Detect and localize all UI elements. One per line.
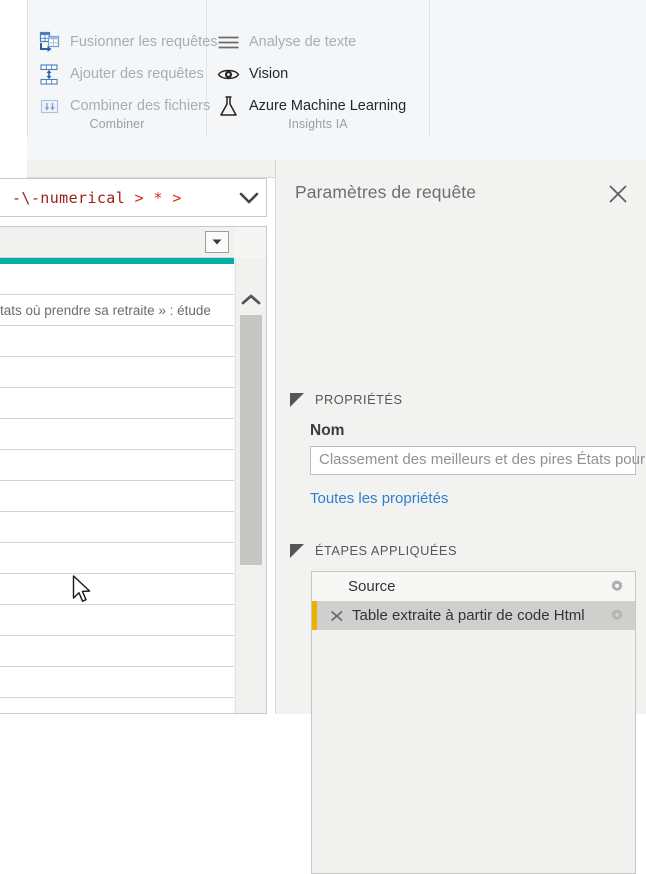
close-icon[interactable] [605,181,631,207]
applied-steps-list: Source Table extraite à partir de code H… [311,571,636,874]
filter-dropdown-icon[interactable] [205,231,229,253]
ribbon-button-label: Analyse de texte [249,33,357,50]
ribbon-button-merge-queries[interactable]: Fusionner les requêtes [38,27,218,57]
query-settings-panel: Paramètres de requête PROPRIÉTÉS Nom Cla… [275,160,646,874]
combine-files-icon [38,95,61,118]
table-row[interactable] [0,481,234,512]
ribbon-button-label: Fusionner les requêtes [70,33,218,50]
ribbon-group-label: Combiner [89,117,145,131]
ribbon-button-vision[interactable]: Vision [217,59,288,89]
table-vertical-scrollbar[interactable] [235,258,266,713]
step-selection-marker [312,572,317,601]
step-selection-marker [312,601,317,630]
table-row[interactable] [0,667,234,698]
table-row[interactable] [0,450,234,481]
merge-queries-icon [38,31,61,54]
chevron-up-icon[interactable] [236,286,266,312]
section-label: ÉTAPES APPLIQUÉES [315,543,457,558]
table-row[interactable] [0,636,234,667]
formula-text-operators: > * > [134,188,182,207]
section-header-properties[interactable]: PROPRIÉTÉS [290,392,403,407]
step-label: Table extraite à partir de code Html [352,607,585,624]
name-field-label: Nom [310,422,345,439]
ribbon-group-combiner: Fusionner les requêtes Ajouter des requê… [27,0,218,137]
table-column-header [0,227,234,258]
step-label: Source [348,578,396,595]
table-row[interactable] [0,543,234,574]
table-row[interactable] [0,605,234,636]
table-row[interactable] [0,574,234,605]
append-queries-icon [38,63,61,86]
table-row[interactable] [0,357,234,388]
ribbon-button-text-analytics[interactable]: Analyse de texte [217,27,356,57]
panel-title: Paramètres de requête [295,182,477,202]
app-root: Fusionner les requêtes Ajouter des requê… [0,0,646,874]
table-row[interactable] [0,388,234,419]
ribbon-group-insights-ia: Analyse de texte Vision Azure Machine Le… [207,0,430,137]
ribbon-group-label: Insights IA [288,117,348,131]
query-name-input[interactable]: Classement des meilleurs et des pires Ét… [310,446,646,475]
table-row[interactable] [0,326,234,357]
eye-icon [217,63,240,86]
table-cell: tats où prendre sa retraite » : étude [0,302,211,318]
table-rows: tats où prendre sa retraite » : étude [0,264,234,713]
flask-icon [217,95,240,118]
text-analytics-icon [217,31,240,54]
table-row[interactable] [0,419,234,450]
all-properties-link[interactable]: Toutes les propriétés [310,490,448,507]
ribbon-button-label: Vision [249,65,289,82]
query-name-value: Classement des meilleurs et des pires Ét… [319,451,646,468]
x-delete-icon[interactable] [328,601,346,630]
table-row[interactable] [0,512,234,543]
ribbon-group-empty [430,0,646,137]
section-label: PROPRIÉTÉS [315,392,403,407]
data-preview-table: tats où prendre sa retraite » : étude [0,226,267,714]
gear-icon[interactable] [609,601,625,630]
table-row[interactable] [0,264,234,295]
ribbon: Fusionner les requêtes Ajouter des requê… [27,0,646,160]
formula-bar[interactable]: -\-numerical > * > [0,178,267,217]
ribbon-button-label: Azure Machine Learning [249,97,407,114]
ribbon-button-label: Combiner des fichiers [70,97,211,114]
table-row[interactable]: tats où prendre sa retraite » : étude [0,295,234,326]
triangle-collapse-icon [290,543,304,558]
applied-step-item[interactable]: Source [312,572,635,601]
ribbon-button-label: Ajouter des requêtes [70,65,204,82]
formula-text-path: -\-numerical [12,188,126,207]
scrollbar-thumb[interactable] [240,315,262,565]
section-header-applied-steps[interactable]: ÉTAPES APPLIQUÉES [290,543,457,558]
formula-text: -\-numerical > * > [0,189,182,207]
triangle-collapse-icon [290,392,304,407]
gear-icon[interactable] [609,572,625,601]
applied-step-item[interactable]: Table extraite à partir de code Html [312,601,635,630]
chevron-down-icon[interactable] [231,179,266,216]
table-row[interactable] [0,698,234,713]
ribbon-button-append-queries[interactable]: Ajouter des requêtes [38,59,204,89]
